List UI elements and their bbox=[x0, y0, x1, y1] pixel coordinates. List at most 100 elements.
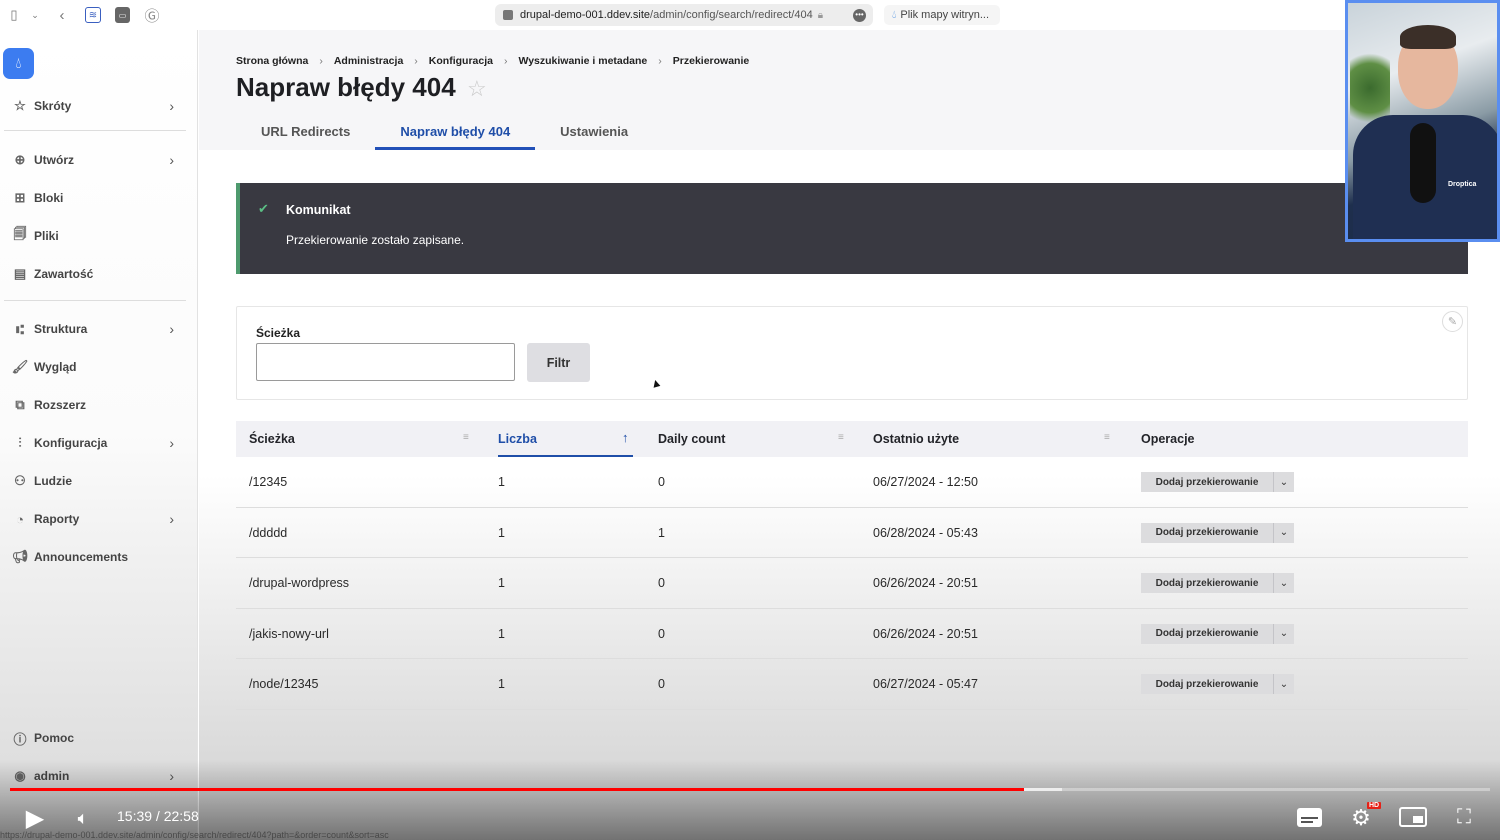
sidebar-item-label: Konfiguracja bbox=[34, 436, 108, 450]
chevron-down-icon[interactable]: ⌄ bbox=[1274, 472, 1294, 492]
sidebar-item-configuration[interactable]: ⫶ Konfiguracja › bbox=[0, 430, 190, 456]
breadcrumb-link[interactable]: Wyszukiwanie i metadane bbox=[518, 55, 647, 67]
lock-icon: 🔒︎ bbox=[817, 9, 824, 21]
sidebar-item-create[interactable]: ⊕ Utwórz › bbox=[0, 147, 190, 173]
status-bar-url: https://drupal-demo-001.ddev.site/admin/… bbox=[0, 830, 389, 840]
content-icon: ▤ bbox=[13, 266, 27, 281]
chevron-down-icon[interactable]: ⌄ bbox=[1274, 522, 1294, 543]
cell-count: 1 bbox=[498, 677, 505, 691]
browser-tab[interactable]: 💧︎ Plik mapy witryn... bbox=[884, 5, 1000, 25]
blocks-icon: ⊞ bbox=[14, 190, 26, 205]
pencil-icon[interactable]: ✎ bbox=[1442, 311, 1463, 332]
column-header-daily-count[interactable]: Daily count ≡ bbox=[658, 421, 848, 457]
add-redirect-button[interactable]: Dodaj przekierowanie bbox=[1141, 522, 1274, 543]
cell-count: 1 bbox=[498, 626, 505, 641]
status-message: ✔ Komunikat Przekierowanie zostało zapis… bbox=[236, 183, 1468, 274]
sidebar-item-extend[interactable]: ⧉ Rozszerz bbox=[0, 392, 190, 418]
extension-icon[interactable]: ▭ bbox=[115, 7, 130, 23]
breadcrumb-link[interactable]: Konfiguracja bbox=[429, 55, 493, 67]
chevron-right-icon: › bbox=[169, 511, 174, 527]
sidebar-item-label: Zawartość bbox=[34, 267, 94, 281]
tab-settings[interactable]: Ustawienia bbox=[535, 116, 653, 150]
chevron-down-icon[interactable]: ⌄ bbox=[1274, 573, 1294, 593]
breadcrumb-link[interactable]: Przekierowanie bbox=[673, 55, 749, 67]
table-row: /node/12345 1 0 06/27/2024 - 05:47 Dodaj prz… bbox=[236, 659, 1468, 710]
breadcrumb-separator-icon: › bbox=[414, 55, 418, 67]
sidebar-toggle-icon[interactable]: ▯ bbox=[6, 7, 22, 23]
sidebar-item-files[interactable]: 🗐︎ Pliki bbox=[0, 223, 190, 249]
files-icon: 🗐︎ bbox=[13, 226, 27, 241]
more-icon[interactable]: ••• bbox=[853, 9, 866, 22]
play-icon[interactable]: ▶ bbox=[20, 805, 50, 832]
operations-dropbutton: Dodaj przekierowanie ⌄ bbox=[1141, 573, 1294, 593]
star-icon: ☆ bbox=[14, 98, 26, 113]
cell-path: /node/12345 bbox=[249, 677, 319, 691]
sidebar-item-structure[interactable]: ⑆ Struktura › bbox=[0, 316, 190, 342]
table-row: /ddddd 1 1 06/28/2024 - 05:43 Dodaj przekier… bbox=[236, 508, 1468, 558]
cell-last-used: 06/26/2024 - 20:51 bbox=[873, 626, 978, 641]
add-redirect-button[interactable]: Dodaj przekierowanie bbox=[1141, 623, 1274, 644]
fullscreen-icon[interactable]: ⛶ bbox=[1452, 806, 1476, 828]
breadcrumb-separator-icon: › bbox=[503, 55, 508, 67]
chevron-right-icon: › bbox=[169, 321, 174, 337]
sidebar-item-blocks[interactable]: ⊞ Bloki bbox=[0, 185, 190, 211]
cell-count: 1 bbox=[498, 525, 505, 540]
table-row: /12345 1 0 06/27/2024 - 12:50 Dodaj przekier… bbox=[236, 457, 1468, 508]
video-progress-bar[interactable] bbox=[10, 788, 1490, 791]
tab-url-redirects[interactable]: URL Redirects bbox=[236, 116, 375, 150]
errors-table: Ścieżka ≡ Liczba ↑ Daily count ≡ Ostatni… bbox=[236, 421, 1468, 710]
subtitles-icon[interactable] bbox=[1296, 806, 1322, 828]
volume-icon[interactable]: 🔈︎ bbox=[70, 806, 96, 830]
message-text: Przekierowanie zostało zapisane. bbox=[286, 233, 465, 247]
chevron-right-icon: › bbox=[169, 435, 174, 451]
address-bar[interactable]: drupal-demo-001.ddev.site/admin/config/s… bbox=[495, 4, 873, 26]
cell-last-used: 06/28/2024 - 05:43 bbox=[873, 525, 978, 540]
divider bbox=[4, 300, 186, 301]
sort-icon: ≡ bbox=[1104, 432, 1110, 443]
sidebar-item-label: Bloki bbox=[34, 191, 64, 205]
back-icon[interactable]: ‹ bbox=[56, 7, 68, 24]
cell-last-used: 06/27/2024 - 12:50 bbox=[873, 475, 978, 489]
table-body: /12345 1 0 06/27/2024 - 12:50 Dodaj przekier… bbox=[236, 457, 1468, 710]
cell-daily-count: 1 bbox=[658, 525, 665, 540]
cell-daily-count: 0 bbox=[658, 475, 665, 489]
sidebar-item-announcements[interactable]: 📢︎ Announcements bbox=[0, 544, 190, 570]
breadcrumb-link[interactable]: Strona główna bbox=[236, 55, 308, 67]
microphone bbox=[1410, 123, 1436, 203]
cell-count: 1 bbox=[498, 576, 505, 590]
add-redirect-button[interactable]: Dodaj przekierowanie bbox=[1141, 674, 1274, 694]
chevron-down-icon[interactable]: ⌄ bbox=[1274, 674, 1294, 694]
column-header-label: Ścieżka bbox=[249, 432, 295, 446]
sidebar-item-content[interactable]: ▤ Zawartość bbox=[0, 261, 190, 287]
webcam-presenter bbox=[1400, 25, 1456, 49]
breadcrumb-link[interactable]: Administracja bbox=[334, 55, 403, 67]
column-header-count[interactable]: Liczba ↑ bbox=[498, 421, 633, 457]
sidebar-item-people[interactable]: ⚇ Ludzie bbox=[0, 468, 190, 494]
admin-sidebar: 💧︎ ☆ Skróty › ⊕ Utwórz › ⊞ Bloki 🗐︎ Plik… bbox=[0, 30, 198, 840]
chevron-down-icon[interactable]: ⌄ bbox=[1274, 623, 1294, 644]
sidebar-item-label: Raporty bbox=[34, 512, 80, 526]
cell-daily-count: 0 bbox=[658, 576, 665, 590]
extension-icon[interactable]: ≋ bbox=[85, 7, 101, 23]
sidebar-item-reports[interactable]: ◔ Raporty › bbox=[0, 506, 190, 532]
column-header-label: Daily count bbox=[658, 432, 726, 446]
grammarly-icon[interactable]: Ⓖ bbox=[144, 7, 160, 25]
sidebar-item-shortcuts[interactable]: ☆ Skróty › bbox=[0, 93, 190, 119]
tab-fix-404[interactable]: Napraw błędy 404 bbox=[375, 116, 536, 150]
chevron-down-icon[interactable]: ⌄ bbox=[30, 7, 40, 23]
column-header-path[interactable]: Ścieżka ≡ bbox=[249, 421, 469, 457]
sidebar-item-label: Struktura bbox=[34, 322, 88, 336]
add-redirect-button[interactable]: Dodaj przekierowanie bbox=[1141, 472, 1274, 492]
favorite-star-icon[interactable]: ☆ bbox=[467, 76, 487, 102]
check-icon: ✔ bbox=[258, 201, 269, 216]
path-filter-input[interactable] bbox=[256, 343, 515, 381]
sidebar-item-help[interactable]: ⓘ Pomoc bbox=[0, 725, 190, 751]
filter-button[interactable]: Filtr bbox=[527, 343, 590, 382]
drupal-logo[interactable]: 💧︎ bbox=[3, 48, 34, 79]
sidebar-item-appearance[interactable]: 🖌︎ Wygląd bbox=[0, 354, 190, 380]
column-header-last-used[interactable]: Ostatnio użyte ≡ bbox=[873, 421, 1113, 457]
browser-toolbar: ▯ ⌄ ‹ ≋ ▭ Ⓖ drupal-demo-001.ddev.site/ad… bbox=[0, 0, 1500, 30]
add-redirect-button[interactable]: Dodaj przekierowanie bbox=[1141, 573, 1274, 593]
puzzle-icon: ⧉ bbox=[15, 397, 25, 412]
miniplayer-icon[interactable] bbox=[1398, 806, 1427, 828]
